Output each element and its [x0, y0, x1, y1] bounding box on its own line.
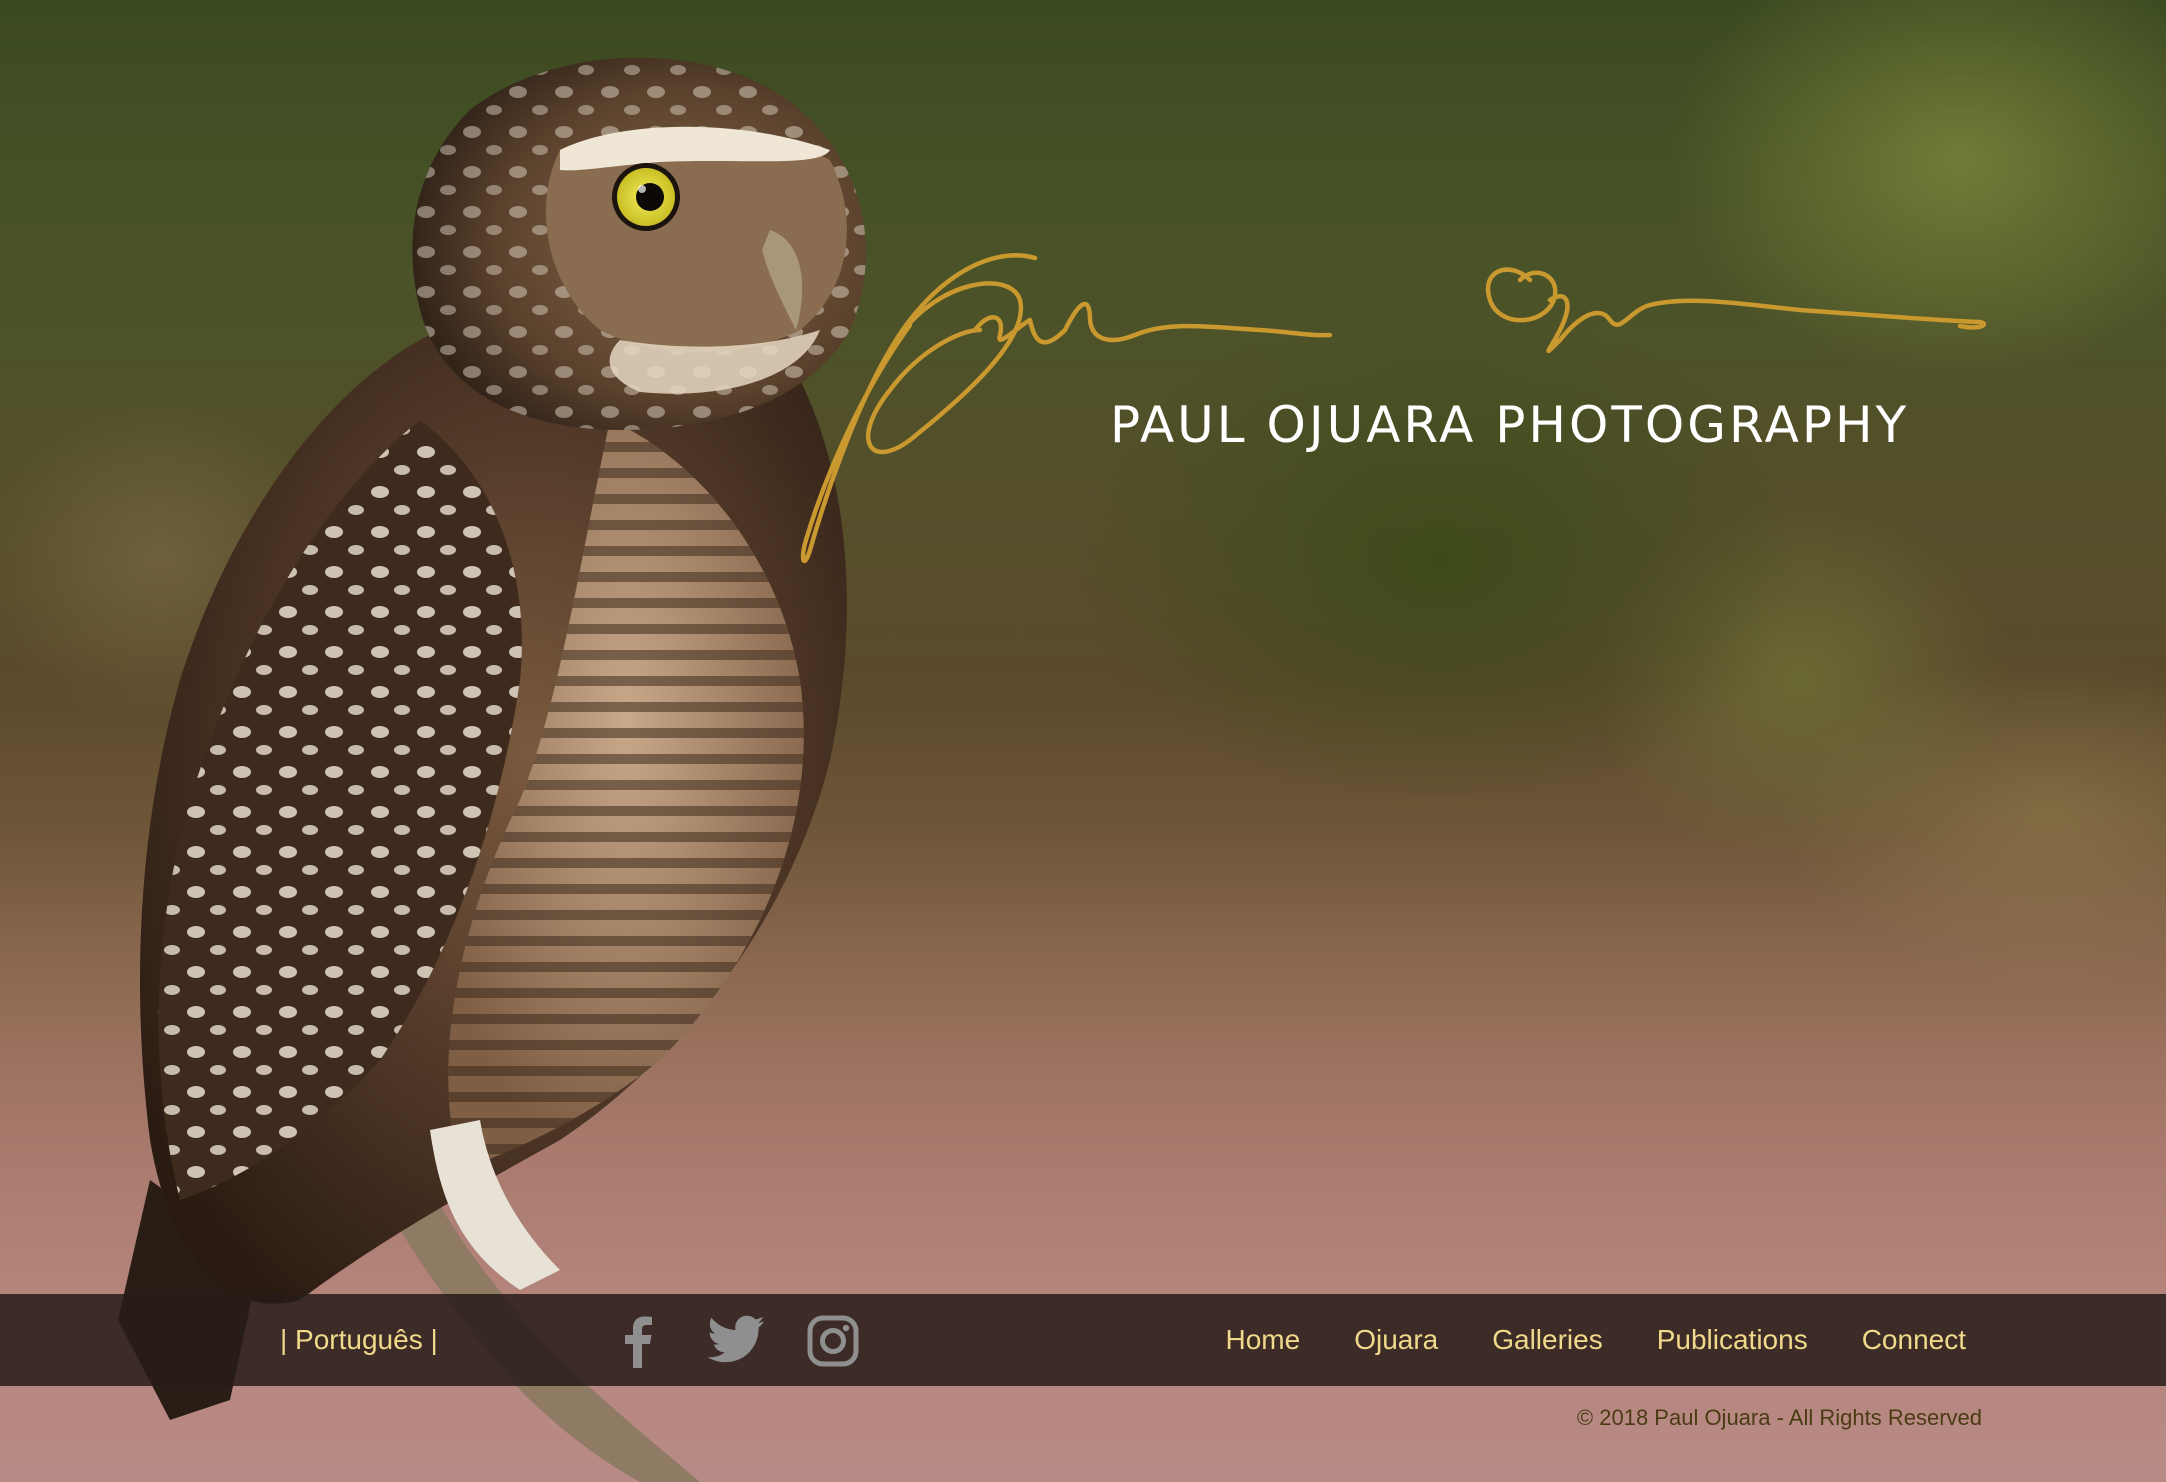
menu-item-home[interactable]: Home [1225, 1324, 1300, 1356]
menu-item-connect[interactable]: Connect [1862, 1324, 1966, 1356]
site-title: PAUL OJUARA PHOTOGRAPHY [1110, 396, 1910, 454]
facebook-icon[interactable] [612, 1314, 666, 1368]
hero-background: PAUL OJUARA PHOTOGRAPHY | Português | Ho… [0, 0, 2166, 1482]
navigation-bar: | Português | Home Ojuara Galleries Publ… [0, 1294, 2166, 1386]
copyright-notice: © 2018 Paul Ojuara - All Rights Reserved [1576, 1405, 1982, 1430]
twitter-icon[interactable] [706, 1314, 766, 1368]
menu-item-publications[interactable]: Publications [1657, 1324, 1808, 1356]
main-menu: Home Ojuara Galleries Publications Conne… [1225, 1294, 1966, 1386]
menu-item-ojuara[interactable]: Ojuara [1354, 1324, 1438, 1356]
language-switch-link[interactable]: | Português | [280, 1294, 438, 1386]
menu-item-galleries[interactable]: Galleries [1492, 1324, 1602, 1356]
owl-photo [118, 57, 866, 1482]
instagram-icon[interactable] [806, 1314, 860, 1368]
